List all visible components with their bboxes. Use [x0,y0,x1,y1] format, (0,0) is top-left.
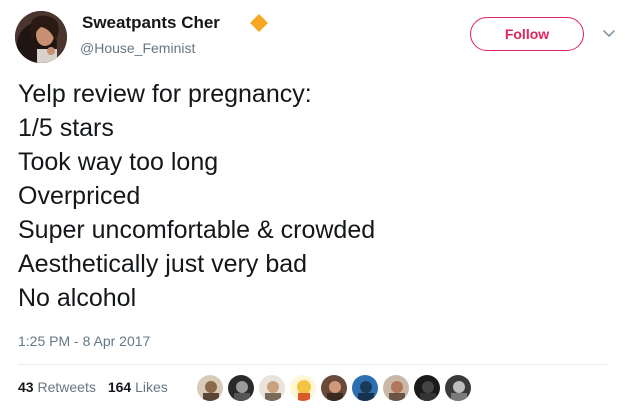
follow-button-label: Follow [504,26,550,42]
tweet-line: Aesthetically just very bad [18,250,308,278]
retweets-count: 43 [18,379,34,395]
liker-avatar[interactable] [289,374,317,402]
display-name[interactable]: Sweatpants Cher [82,13,220,33]
retweets-stat[interactable]: 43 Retweets [18,379,96,395]
avatar[interactable] [15,11,67,63]
liker-avatar[interactable] [382,374,410,402]
tweet-line: Overpriced [18,182,141,210]
engagement-stats: 43 Retweets 164 Likes [18,379,168,395]
tweet-line: Yelp review for pregnancy: [18,80,312,108]
liker-avatar[interactable] [196,374,224,402]
user-handle[interactable]: @House_Feminist [80,40,195,56]
tweet-line: No alcohol [18,284,137,312]
liker-avatar[interactable] [227,374,255,402]
chevron-down-icon[interactable] [603,30,615,38]
likes-count: 164 [107,379,132,395]
orange-diamond-icon [250,14,268,32]
likes-stat[interactable]: 164 Likes [108,379,168,395]
divider [18,364,607,365]
tweet-line: 1/5 stars [18,114,114,142]
tweet-text: Yelp review for pregnancy: 1/5 stars Too… [18,77,608,315]
liker-avatar[interactable] [351,374,379,402]
tweet-line: Super uncomfortable & crowded [18,216,376,244]
tweet-timestamp[interactable]: 1:25 PM - 8 Apr 2017 [18,333,150,349]
likes-label: Likes [135,379,168,395]
tweet-line: Took way too long [18,148,219,176]
follow-button[interactable]: Follow [470,17,584,51]
liker-avatar[interactable] [320,374,348,402]
likers-avatars [196,374,472,402]
liker-avatar[interactable] [444,374,472,402]
liker-avatar[interactable] [413,374,441,402]
liker-avatar[interactable] [258,374,286,402]
profile-photo-icon [15,11,67,63]
retweets-label: Retweets [37,379,96,395]
